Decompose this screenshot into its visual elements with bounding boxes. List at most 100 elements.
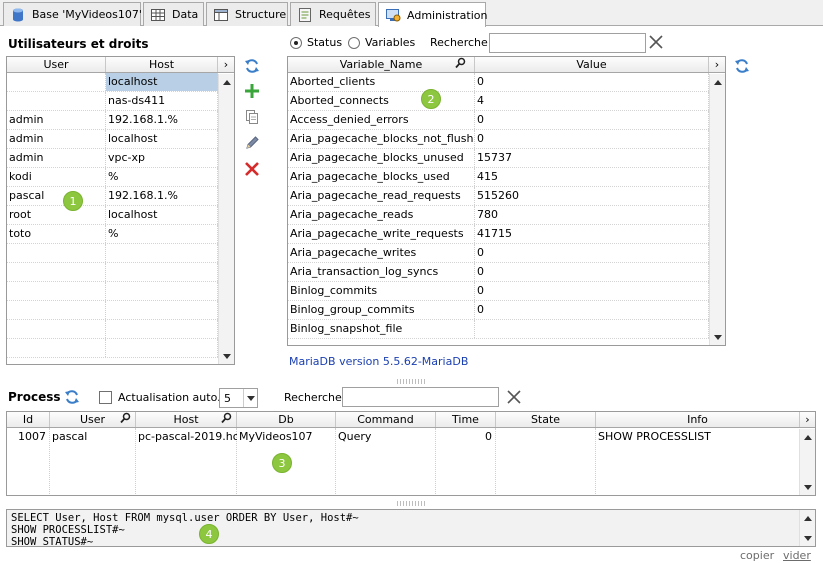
scroll-down-icon[interactable]	[800, 530, 815, 546]
clear-process-search-button[interactable]	[505, 388, 523, 406]
process-search-input[interactable]	[342, 387, 499, 407]
process-panel-title: Process	[8, 390, 61, 404]
clear-status-search-button[interactable]	[647, 33, 665, 51]
table-row[interactable]: kodi%	[7, 168, 218, 187]
edit-user-button[interactable]	[243, 134, 261, 152]
log-scrollbar[interactable]	[799, 510, 815, 546]
table-row[interactable]: nas-ds411	[7, 92, 218, 111]
close-icon	[507, 390, 521, 404]
table-row[interactable]: Binlog_snapshot_file	[288, 320, 709, 339]
add-user-button[interactable]	[243, 82, 261, 100]
column-header-user[interactable]: User	[50, 412, 136, 427]
tab-requetes[interactable]: Requêtes	[290, 2, 376, 26]
table-row[interactable]: Aria_pagecache_blocks_not_flushed 0	[288, 130, 709, 149]
scroll-down-icon[interactable]	[800, 479, 815, 495]
chevron-right-icon[interactable]: ›	[800, 412, 815, 427]
plus-icon	[245, 84, 259, 98]
table-cell: vpc-xp	[106, 149, 218, 167]
table-row[interactable]: Aborted_connects 4	[288, 92, 709, 111]
refresh-process-button[interactable]	[63, 388, 81, 406]
search-icon[interactable]	[455, 57, 466, 72]
radio-status-label: Status	[307, 36, 343, 49]
chevron-right-icon[interactable]: ›	[218, 57, 234, 72]
column-header-state[interactable]: State	[496, 412, 596, 427]
column-header-user[interactable]: User	[7, 57, 106, 72]
auto-refresh-checkbox[interactable]	[99, 391, 112, 404]
process-scrollbar[interactable]	[799, 429, 815, 495]
column-header-time[interactable]: Time	[436, 412, 496, 427]
table-row[interactable]: root localhost	[7, 206, 218, 225]
tab-structure[interactable]: Structure	[206, 2, 288, 26]
radio-status-dot[interactable]	[290, 36, 302, 49]
table-row[interactable]: Aria_pagecache_read_requests 515260	[288, 187, 709, 206]
table-row[interactable]: Aria_pagecache_write_requests 41715	[288, 225, 709, 244]
process-grid[interactable]: Id User Host Db Command Time State Info …	[6, 411, 816, 496]
table-row[interactable]: pascal 192.168.1.%	[7, 187, 218, 206]
copy-user-button[interactable]	[243, 108, 261, 126]
table-row[interactable]: toto%	[7, 225, 218, 244]
table-row[interactable]: Aborted_clients 0	[288, 73, 709, 92]
table-row[interactable]: 1007 pascal pc-pascal-2019.hon MyVideos107 Q…	[7, 428, 800, 447]
table-row[interactable]: Access_denied_errors 0	[288, 111, 709, 130]
column-header-host[interactable]: Host	[106, 57, 218, 72]
structure-icon	[213, 7, 229, 23]
status-search-label: Recherche	[430, 36, 488, 49]
table-row[interactable]: admin vpc-xp	[7, 149, 218, 168]
sql-log[interactable]: SELECT User, Host FROM mysql.user ORDER …	[6, 509, 816, 547]
copy-log-link[interactable]: copier	[740, 549, 774, 562]
table-row[interactable]: admin localhost	[7, 130, 218, 149]
table-cell: pascal	[52, 430, 88, 443]
users-panel-title: Utilisateurs et droits	[8, 37, 149, 51]
table-row[interactable]: Aria_pagecache_reads 780	[288, 206, 709, 225]
column-header-value[interactable]: Value	[475, 57, 709, 72]
users-scrollbar[interactable]	[218, 74, 234, 364]
column-header-id[interactable]: Id	[7, 412, 50, 427]
table-row[interactable]: localhost	[7, 73, 218, 92]
scroll-down-icon[interactable]	[219, 348, 235, 364]
refresh-status-button[interactable]	[733, 57, 751, 75]
horizontal-splitter[interactable]	[397, 379, 427, 384]
users-grid[interactable]: User Host › localhost nas-ds411 admin 192.1…	[6, 56, 235, 365]
tab-administration[interactable]: Administration	[378, 2, 488, 27]
delete-x-icon	[245, 162, 259, 176]
tab-database[interactable]: Base 'MyVideos107'	[3, 2, 142, 26]
table-row[interactable]: Aria_pagecache_blocks_unused 15737	[288, 149, 709, 168]
scroll-down-icon[interactable]	[710, 329, 725, 345]
scroll-up-icon[interactable]	[800, 429, 815, 445]
table-row[interactable]: Binlog_commits 0	[288, 282, 709, 301]
column-header-command[interactable]: Command	[336, 412, 436, 427]
radio-variables-dot[interactable]	[348, 36, 360, 49]
column-header-host[interactable]: Host	[136, 412, 237, 427]
delete-user-button[interactable]	[243, 160, 261, 178]
search-icon[interactable]	[221, 412, 232, 427]
table-row[interactable]: admin 192.168.1.%	[7, 111, 218, 130]
radio-status[interactable]: Status	[290, 36, 342, 49]
status-search-input[interactable]	[489, 33, 646, 53]
table-row[interactable]: Aria_pagecache_writes 0	[288, 244, 709, 263]
scroll-up-icon[interactable]	[219, 74, 235, 90]
radio-variables[interactable]: Variables	[348, 36, 415, 49]
horizontal-splitter-lower[interactable]	[397, 501, 427, 506]
chevron-down-icon[interactable]	[243, 389, 257, 407]
status-scrollbar[interactable]	[709, 74, 725, 345]
mariadb-version: MariaDB version 5.5.62-MariaDB	[289, 355, 469, 368]
status-grid[interactable]: Variable_Name Value › Aborted_clients 0 Ab…	[287, 56, 726, 346]
table-row[interactable]: Aria_transaction_log_syncs 0	[288, 263, 709, 282]
clear-log-link[interactable]: vider	[783, 549, 811, 562]
table-row[interactable]: Aria_pagecache_blocks_used 415	[288, 168, 709, 187]
chevron-right-icon[interactable]: ›	[709, 57, 725, 72]
empty-row	[7, 282, 218, 301]
search-icon[interactable]	[120, 412, 131, 427]
column-header-variable-name[interactable]: Variable_Name	[288, 57, 475, 72]
scroll-up-icon[interactable]	[800, 510, 815, 526]
column-header-info[interactable]: Info	[596, 412, 800, 427]
refresh-interval-select[interactable]: 5	[219, 388, 258, 408]
refresh-users-button[interactable]	[243, 57, 261, 75]
table-cell: Binlog_commits	[288, 282, 475, 300]
scroll-up-icon[interactable]	[710, 74, 725, 90]
table-cell: Binlog_snapshot_file	[288, 320, 475, 338]
table-row[interactable]: Binlog_group_commits 0	[288, 301, 709, 320]
tab-data[interactable]: Data	[143, 2, 204, 26]
column-header-db[interactable]: Db	[237, 412, 336, 427]
table-cell: 0	[475, 301, 709, 319]
